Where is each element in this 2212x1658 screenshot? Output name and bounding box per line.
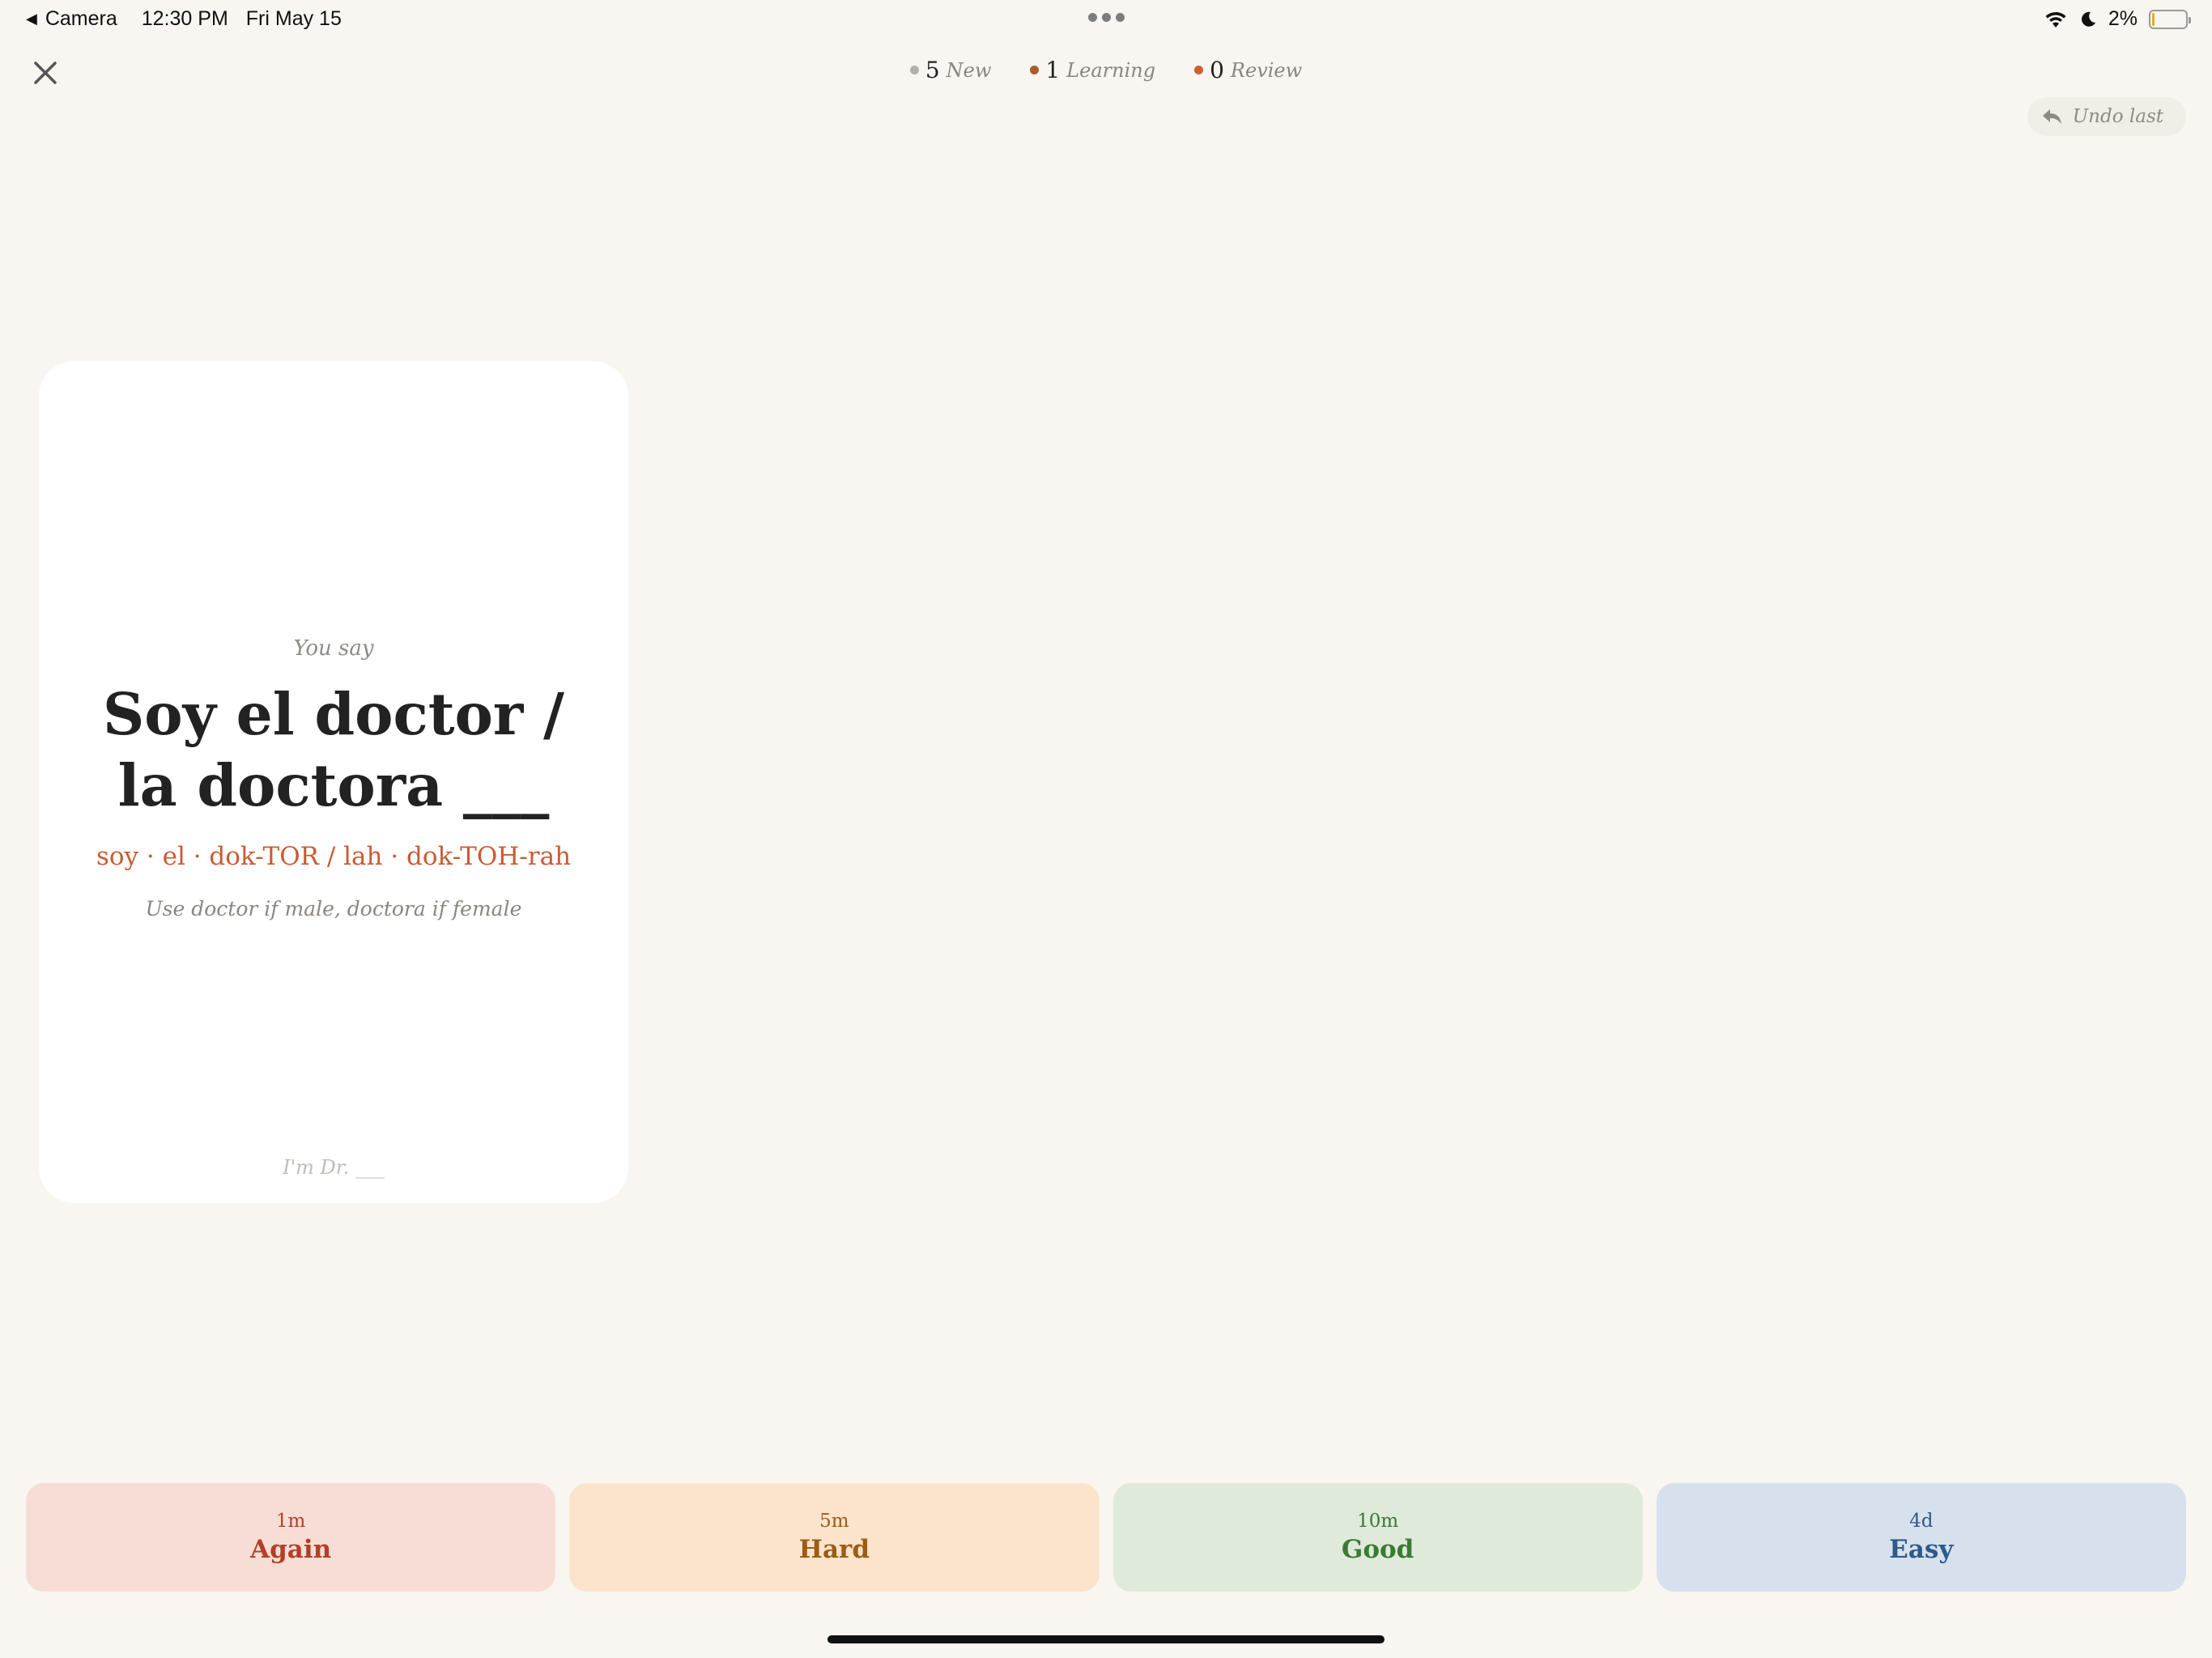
learning-label: Learning [1066,58,1156,82]
card-note: Use doctor if male, doctora if female [145,897,522,920]
dot-icon [1102,13,1111,22]
battery-icon [2149,9,2191,29]
review-label: Review [1230,58,1303,82]
back-arrow-icon[interactable]: ◀ [26,11,37,28]
status-left: ◀ Camera 12:30 PM Fri May 15 [26,7,342,31]
status-right: 2% [2044,7,2191,31]
learning-count: 1 [1045,57,1061,83]
status-bar: ◀ Camera 12:30 PM Fri May 15 2% [0,0,2212,39]
card-prompt-label: You say [293,636,374,661]
again-interval: 1m [275,1511,306,1532]
card-phrase: Soy el doctor / la doctora ___ [103,680,564,819]
learning-dot-icon [1030,66,1040,74]
count-new: 5 New [909,57,992,83]
battery-percent: 2% [2108,7,2138,30]
queue-counts: 5 New 1 Learning 0 Review [0,57,2212,83]
dot-icon [1088,13,1097,22]
new-label: New [946,58,992,82]
count-review: 0 Review [1194,57,1302,83]
hard-label: Hard [798,1535,870,1564]
review-dot-icon [1194,66,1204,74]
flashcard[interactable]: You say Soy el doctor / la doctora ___ s… [39,361,628,1203]
card-pronunciation: soy · el · dok-TOR / lah · dok-TOH-rah [96,842,572,871]
hard-interval: 5m [819,1511,849,1532]
good-label: Good [1341,1535,1414,1564]
easy-interval: 4d [1909,1511,1933,1532]
again-label: Again [250,1535,332,1564]
hard-button[interactable]: 5m Hard [569,1483,1100,1592]
home-indicator[interactable] [827,1635,1385,1643]
count-learning: 1 Learning [1030,57,1155,83]
multitasking-dots[interactable] [1088,13,1125,22]
undo-icon [2042,109,2061,124]
review-count: 0 [1210,57,1224,83]
new-dot-icon [909,66,919,74]
easy-label: Easy [1889,1535,1954,1564]
good-interval: 10m [1357,1511,1399,1532]
card-content: You say Soy el doctor / la doctora ___ s… [39,636,628,920]
undo-last-button[interactable]: Undo last [2027,97,2186,136]
again-button[interactable]: 1m Again [26,1483,556,1592]
good-button[interactable]: 10m Good [1112,1483,1643,1592]
status-date: Fri May 15 [245,7,342,30]
back-to-app-link[interactable]: Camera [45,7,117,31]
easy-button[interactable]: 4d Easy [1656,1483,2186,1592]
new-count: 5 [925,57,940,83]
undo-label: Undo last [2072,106,2163,127]
answer-buttons: 1m Again 5m Hard 10m Good 4d Easy [26,1483,2186,1592]
status-time: 12:30 PM [141,7,228,30]
dot-icon [1116,13,1125,22]
card-translation: I'm Dr. ___ [283,1156,385,1179]
moon-icon [2081,11,2095,27]
wifi-icon [2045,11,2066,28]
